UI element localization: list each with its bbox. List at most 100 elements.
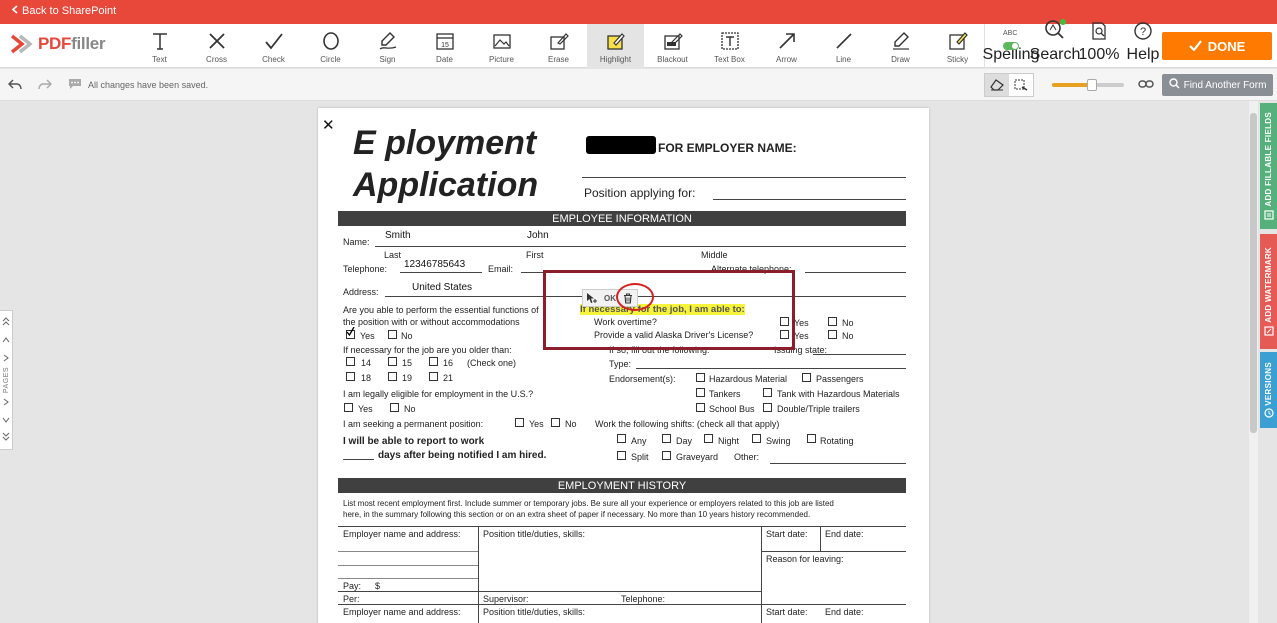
address-value[interactable]: United States	[412, 282, 472, 293]
shift-split-checkbox[interactable]	[617, 451, 626, 460]
tool-circle[interactable]: Circle	[302, 24, 359, 68]
tank-hazmat-checkbox[interactable]	[763, 388, 772, 397]
zoom-slider-handle[interactable]	[1086, 79, 1097, 91]
tool-spelling[interactable]: ABC Spelling	[983, 22, 1040, 68]
first-name-value[interactable]: John	[527, 230, 549, 241]
shift-any-checkbox[interactable]	[617, 434, 626, 443]
telephone-value[interactable]: 12346785643	[404, 259, 465, 270]
shift-swing-checkbox[interactable]	[752, 434, 761, 443]
link-icon[interactable]	[1138, 77, 1154, 96]
versions-tab[interactable]: VERSIONS	[1260, 352, 1277, 428]
close-icon[interactable]: ✕	[322, 116, 335, 134]
yes-label: Yes	[794, 318, 809, 328]
chevron-right-icon[interactable]	[2, 393, 10, 411]
history-note-line1: List most recent employment first. Inclu…	[343, 499, 834, 508]
chevron-right-icon[interactable]	[2, 349, 10, 367]
sticky-icon	[948, 28, 968, 54]
chevron-down-icon[interactable]	[2, 411, 10, 429]
utility-tools: ABC Spelling Search 100% ? Help	[980, 19, 1165, 68]
double-chevron-down-icon[interactable]	[2, 429, 10, 447]
perform-no-checkbox[interactable]	[388, 330, 397, 339]
license-no-checkbox[interactable]	[828, 330, 837, 339]
tool-picture[interactable]: Picture	[473, 24, 530, 68]
tool-help[interactable]: ? Help	[1121, 22, 1165, 68]
age-14-label: 14	[361, 358, 372, 368]
add-fillable-fields-tab[interactable]: ADD FILLABLE FIELDS	[1260, 103, 1277, 229]
back-to-sharepoint-link[interactable]: Back to SharePoint	[11, 5, 116, 17]
tool-label: Picture	[489, 55, 514, 64]
school-bus-checkbox[interactable]	[696, 403, 705, 412]
scrollbar-thumb[interactable]	[1250, 113, 1257, 433]
yes-label: Yes	[360, 331, 375, 341]
age-21-checkbox[interactable]	[429, 372, 438, 381]
last-name-value[interactable]: Smith	[385, 230, 411, 241]
tool-label: Sticky	[946, 55, 969, 64]
chevron-up-icon[interactable]	[2, 331, 10, 349]
tool-search[interactable]: Search	[1030, 19, 1080, 68]
employer-line-2	[338, 565, 478, 566]
age-14-checkbox[interactable]	[346, 357, 355, 366]
blackout-icon	[663, 28, 683, 54]
tool-check[interactable]: Check	[245, 24, 302, 68]
shift-any-label: Any	[631, 436, 647, 446]
tool-sticky[interactable]: Sticky	[929, 24, 986, 68]
eligible-no-checkbox[interactable]	[390, 403, 399, 412]
perform-yes-checkbox[interactable]	[346, 327, 355, 339]
tool-textbox[interactable]: Text Box	[701, 24, 758, 68]
double-chevron-up-icon[interactable]	[2, 313, 10, 331]
no-label: No	[401, 331, 413, 341]
overtime-no-checkbox[interactable]	[828, 317, 837, 326]
age-18-checkbox[interactable]	[346, 372, 355, 381]
passengers-label: Passengers	[816, 374, 864, 384]
eligible-yes-checkbox[interactable]	[344, 403, 353, 412]
undo-icon[interactable]	[7, 77, 22, 96]
passengers-checkbox[interactable]	[802, 373, 811, 382]
move-cursor-button[interactable]	[583, 290, 601, 306]
tool-highlight[interactable]: Highlight	[587, 24, 644, 68]
tool-label: Text	[152, 55, 167, 64]
shift-graveyard-checkbox[interactable]	[662, 451, 671, 460]
tool-line[interactable]: Line	[815, 24, 872, 68]
perform-question-line2: the position with or without accommodati…	[343, 317, 520, 327]
tool-blackout[interactable]: Blackout	[644, 24, 701, 68]
fillable-tab-label: ADD FILLABLE FIELDS	[1264, 112, 1273, 207]
shift-rotating-checkbox[interactable]	[807, 434, 816, 443]
tool-draw[interactable]: Draw	[872, 24, 929, 68]
find-another-form-button[interactable]: Find Another Form	[1162, 74, 1273, 96]
age-16-checkbox[interactable]	[429, 357, 438, 366]
double-triple-label: Double/Triple trailers	[777, 404, 860, 414]
spelling-icon: ABC	[1003, 22, 1019, 50]
shift-day-checkbox[interactable]	[662, 434, 671, 443]
tool-text[interactable]: Text	[131, 24, 188, 68]
yes-label: Yes	[529, 419, 544, 429]
tool-arrow[interactable]: Arrow	[758, 24, 815, 68]
select-area-button[interactable]	[1009, 74, 1033, 96]
age-19-checkbox[interactable]	[388, 372, 397, 381]
tool-zoom[interactable]: 100%	[1077, 22, 1121, 68]
redo-icon[interactable]	[38, 77, 53, 96]
tool-date[interactable]: 15 Date	[416, 24, 473, 68]
double-triple-checkbox[interactable]	[763, 403, 772, 412]
pages-panel-tab[interactable]: PAGES	[0, 310, 13, 450]
shift-night-checkbox[interactable]	[704, 434, 713, 443]
permanent-yes-checkbox[interactable]	[515, 418, 524, 427]
permanent-position-label: I am seeking a permanent position:	[343, 419, 484, 429]
tool-label: Sign	[379, 55, 396, 64]
permanent-no-checkbox[interactable]	[551, 418, 560, 427]
add-watermark-tab[interactable]: ADD WATERMARK	[1260, 234, 1277, 349]
document-scrollbar[interactable]	[1249, 101, 1258, 623]
zoom-slider[interactable]	[1052, 79, 1124, 91]
position-title-label: Position title/duties, skills:	[483, 529, 586, 539]
done-button[interactable]: DONE	[1162, 32, 1272, 60]
tankers-checkbox[interactable]	[696, 388, 705, 397]
logo-filler: filler	[71, 34, 106, 53]
tool-label: Search	[1029, 46, 1081, 63]
tool-cross[interactable]: Cross	[188, 24, 245, 68]
tool-sign[interactable]: Sign	[359, 24, 416, 68]
employer-name-line	[582, 177, 906, 178]
hazmat-checkbox[interactable]	[696, 373, 705, 382]
blackout-redaction[interactable]	[586, 136, 656, 154]
tool-erase[interactable]: Erase	[530, 24, 587, 68]
eraser-mode-button[interactable]	[985, 74, 1009, 96]
age-15-checkbox[interactable]	[388, 357, 397, 366]
